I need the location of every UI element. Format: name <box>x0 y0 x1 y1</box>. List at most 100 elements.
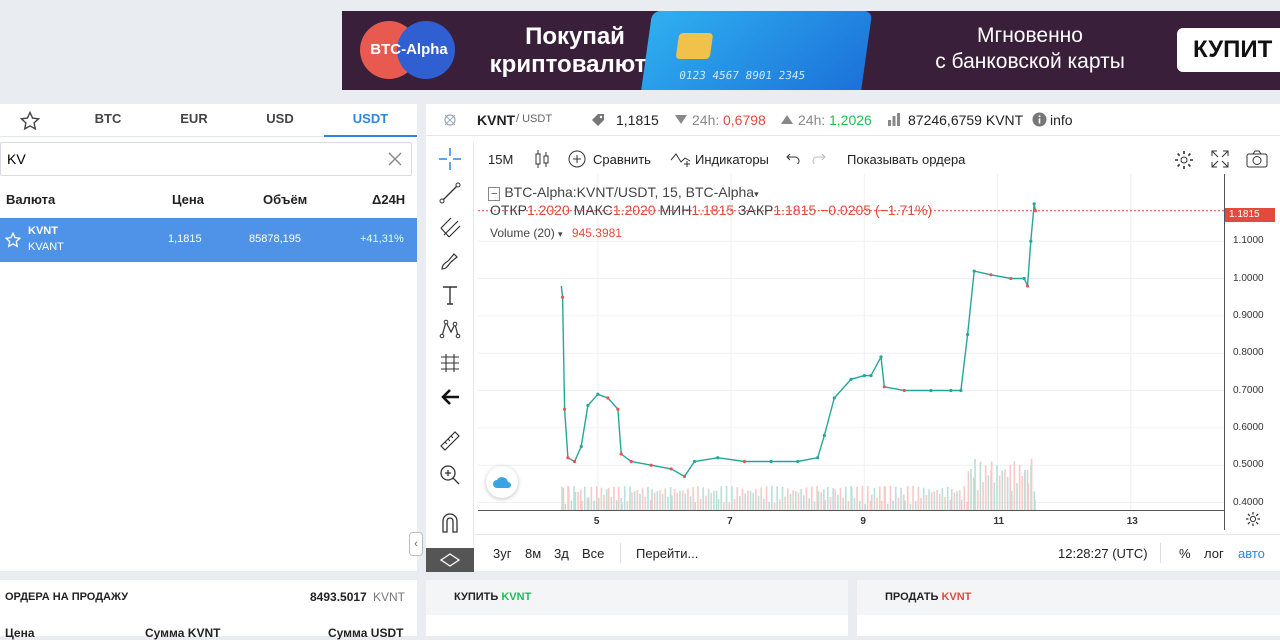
fullscreen-icon[interactable] <box>1211 150 1229 168</box>
price-point <box>965 332 970 337</box>
tab-usd[interactable]: USD <box>238 104 322 137</box>
ohlc-legend: ОТКР1.2020 МАКС1.2020 МИН1.1815 ЗАКР1.18… <box>490 202 932 218</box>
volume-bar <box>741 488 744 510</box>
settings-gear-icon[interactable] <box>1174 150 1194 170</box>
volume-bar <box>583 486 586 510</box>
sell-orders-panel: ОРДЕРА НА ПРОДАЖУ 8493.5017 KVNT Цена Су… <box>0 580 417 640</box>
clear-icon[interactable] <box>387 151 403 167</box>
tab-usdt[interactable]: USDT <box>324 104 417 137</box>
volume-bar <box>820 492 822 510</box>
y-tick-label: 0.7000 <box>1233 384 1264 396</box>
price-point <box>882 385 886 389</box>
tab-eur[interactable]: EUR <box>152 104 236 137</box>
undo-icon[interactable] <box>786 152 800 164</box>
price-axis[interactable]: 1.1815 1.1000 1.0000 0.9000 0.8000 0.7000 0.6… <box>1224 174 1280 530</box>
axis-settings-icon[interactable] <box>1245 511 1261 527</box>
star-icon <box>19 110 41 131</box>
sell-orders-total-unit: KVNT <box>373 590 406 604</box>
trend-line-icon[interactable] <box>439 182 461 204</box>
volume-bar <box>858 500 861 510</box>
volume-bar <box>717 499 720 510</box>
volume-bar <box>897 497 900 510</box>
range-3y[interactable]: 3уг <box>493 546 511 561</box>
chart-symbol-title[interactable]: BTC-Alpha:KVNT/USDT, 15, BTC-Alpha <box>504 184 754 200</box>
price-chart[interactable] <box>478 174 1224 510</box>
table-row[interactable]: KVNT KVANT 1,1815 85878,195 +41,31% <box>0 218 417 262</box>
down-arrow-icon <box>675 115 687 124</box>
row-name: KVANT <box>28 241 64 253</box>
banner-buy-button[interactable]: КУПИТ <box>1177 28 1280 72</box>
collapse-panel-button[interactable]: ‹ <box>409 532 423 556</box>
pitchfork-icon[interactable] <box>439 216 461 238</box>
log-toggle[interactable]: лог <box>1204 546 1224 561</box>
volume-bar <box>613 486 615 510</box>
star-icon[interactable] <box>5 232 21 248</box>
auto-scale-toggle[interactable]: авто <box>1238 546 1265 561</box>
camera-icon[interactable] <box>1246 150 1268 168</box>
low-value: 0,6798 <box>723 112 766 128</box>
col-price[interactable]: Цена <box>172 192 204 207</box>
price-point <box>562 407 567 411</box>
col-currency[interactable]: Валюта <box>6 192 55 207</box>
back-arrow-icon[interactable] <box>439 386 461 408</box>
price-point <box>822 433 826 437</box>
collapse-legend-icon[interactable]: − <box>488 187 501 201</box>
col-change[interactable]: Δ24H <box>372 192 405 207</box>
volume-bar <box>720 486 723 510</box>
zoom-in-icon[interactable] <box>439 464 461 486</box>
favorites-tab[interactable] <box>0 104 60 137</box>
tradingview-logo-button[interactable] <box>486 466 518 498</box>
volume-indicator-label[interactable]: Volume (20) <box>490 226 555 240</box>
col-order-amount: Сумма KVNT <box>145 626 221 640</box>
text-tool-icon[interactable] <box>439 284 461 306</box>
volume-bar <box>956 491 958 510</box>
volume-bar <box>574 491 577 510</box>
magnet-icon[interactable] <box>439 512 461 534</box>
volume-24h: 87246,6759 KVNT <box>908 112 1024 128</box>
volume-bar <box>755 488 757 510</box>
info-icon[interactable] <box>1032 112 1047 127</box>
redo-icon[interactable] <box>812 152 826 164</box>
volume-bar <box>944 496 946 510</box>
percent-toggle[interactable]: % <box>1179 546 1191 561</box>
chart-bottom-bar: 3уг 8м 3д Все Перейти... 12:28:27 (UTC) … <box>474 534 1280 570</box>
prediction-icon[interactable] <box>439 352 461 374</box>
volume-bar <box>805 487 808 510</box>
compare-button[interactable]: Сравнить <box>593 152 651 167</box>
crosshair-icon[interactable] <box>439 148 461 170</box>
tab-btc[interactable]: BTC <box>66 104 150 137</box>
interval-select[interactable]: 15M <box>488 152 513 167</box>
y-tick-label: 1.0000 <box>1233 272 1264 284</box>
y-tick-label: 0.8000 <box>1233 347 1264 359</box>
logo-text: BTC-Alpha <box>370 41 448 58</box>
ruler-icon[interactable] <box>439 430 461 452</box>
promo-banner[interactable]: BTC-Alpha Покупай криптовалюту 0123 4567… <box>342 11 1280 90</box>
volume-bar <box>610 497 613 510</box>
indicators-button[interactable]: Индикаторы <box>695 152 769 167</box>
time-axis[interactable]: 5 7 9 11 13 <box>478 510 1224 532</box>
range-all[interactable]: Все <box>582 546 604 561</box>
volume-bar <box>676 492 679 510</box>
buy-panel-title: КУПИТЬ KVNT <box>454 591 532 603</box>
volume-bar <box>1016 483 1018 510</box>
brush-icon[interactable] <box>439 250 461 272</box>
price-point <box>579 444 583 449</box>
indicators-icon[interactable] <box>670 150 692 168</box>
add-compare-icon[interactable] <box>568 150 586 168</box>
btc-alpha-logo: BTC-Alpha <box>360 21 455 79</box>
lock-drawings-button[interactable] <box>426 548 474 572</box>
candlestick-type-icon[interactable] <box>534 150 550 168</box>
col-volume[interactable]: Объём <box>263 192 307 207</box>
info-link[interactable]: info <box>1050 112 1073 128</box>
range-8m[interactable]: 8м <box>525 546 541 561</box>
price-point <box>742 459 747 464</box>
goto-date-button[interactable]: Перейти... <box>636 546 698 561</box>
chart-plot-area[interactable]: − BTC-Alpha:KVNT/USDT, 15, BTC-Alpha▾ ОТ… <box>478 174 1224 510</box>
range-3d[interactable]: 3д <box>554 546 569 561</box>
show-orders-button[interactable]: Показывать ордера <box>847 152 965 167</box>
search-input[interactable] <box>7 149 377 169</box>
clock-timezone[interactable]: 12:28:27 (UTC) <box>1058 546 1148 561</box>
volume-bar <box>987 475 990 510</box>
pattern-icon[interactable] <box>439 318 461 340</box>
volume-bar <box>925 494 928 510</box>
